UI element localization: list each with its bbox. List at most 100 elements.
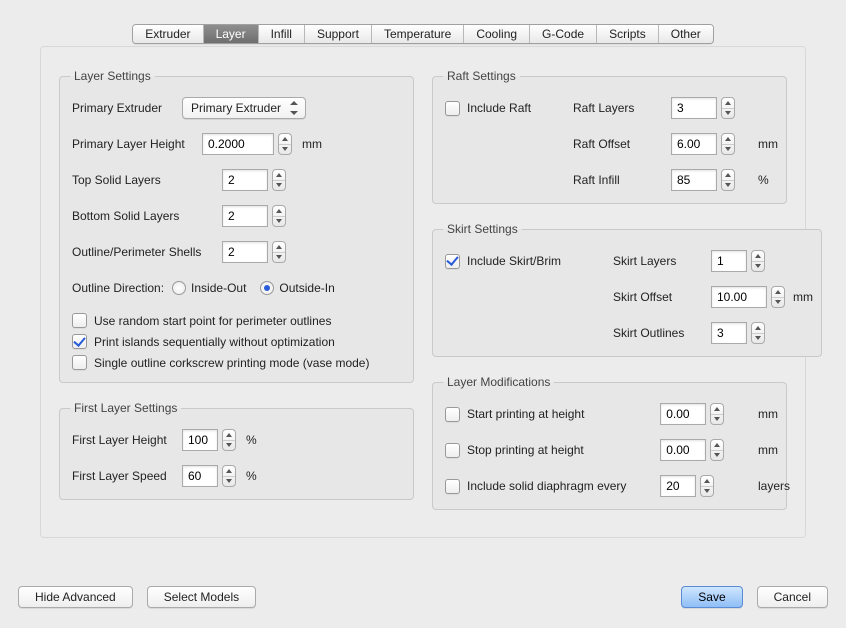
step-up-icon[interactable] xyxy=(711,404,723,414)
diaphragm-label: Include solid diaphragm every xyxy=(467,479,626,493)
cancel-button[interactable]: Cancel xyxy=(757,586,828,608)
first-layer-speed-label: First Layer Speed xyxy=(72,469,182,483)
step-up-icon[interactable] xyxy=(273,170,285,180)
raft-infill-input[interactable] xyxy=(671,169,717,191)
group-title: Layer Settings xyxy=(70,69,155,83)
bottom-solid-stepper[interactable] xyxy=(222,205,286,227)
unit-percent: % xyxy=(246,469,257,483)
step-down-icon[interactable] xyxy=(223,440,235,451)
step-up-icon[interactable] xyxy=(772,287,784,297)
step-down-icon[interactable] xyxy=(711,414,723,425)
top-solid-stepper[interactable] xyxy=(222,169,286,191)
step-up-icon[interactable] xyxy=(752,251,764,261)
stop-height-checkbox[interactable] xyxy=(445,443,460,458)
random-start-label: Use random start point for perimeter out… xyxy=(94,314,331,328)
radio-inside-out[interactable] xyxy=(172,281,186,295)
step-down-icon[interactable] xyxy=(273,216,285,227)
step-down-icon[interactable] xyxy=(711,450,723,461)
tab-cooling[interactable]: Cooling xyxy=(464,25,530,43)
tab-other[interactable]: Other xyxy=(659,25,713,43)
diaphragm-checkbox[interactable] xyxy=(445,479,460,494)
tab-support[interactable]: Support xyxy=(305,25,372,43)
skirt-outlines-input[interactable] xyxy=(711,322,747,344)
raft-layers-stepper[interactable] xyxy=(671,97,750,119)
raft-offset-input[interactable] xyxy=(671,133,717,155)
step-up-icon[interactable] xyxy=(722,170,734,180)
sequential-checkbox[interactable] xyxy=(72,334,87,349)
random-start-checkbox[interactable] xyxy=(72,313,87,328)
diaphragm-stepper[interactable] xyxy=(660,475,750,497)
group-title: First Layer Settings xyxy=(70,401,181,415)
select-models-button[interactable]: Select Models xyxy=(147,586,256,608)
step-down-icon[interactable] xyxy=(722,180,734,191)
tab-extruder[interactable]: Extruder xyxy=(133,25,203,43)
first-layer-speed-stepper[interactable] xyxy=(182,465,236,487)
first-layer-speed-input[interactable] xyxy=(182,465,218,487)
tab-scripts[interactable]: Scripts xyxy=(597,25,659,43)
step-down-icon[interactable] xyxy=(752,333,764,344)
include-skirt-checkbox[interactable] xyxy=(445,254,460,269)
step-up-icon[interactable] xyxy=(701,476,713,486)
step-up-icon[interactable] xyxy=(722,98,734,108)
primary-layer-height-input[interactable] xyxy=(202,133,274,155)
raft-layers-input[interactable] xyxy=(671,97,717,119)
skirt-outlines-stepper[interactable] xyxy=(711,322,785,344)
step-down-icon[interactable] xyxy=(279,144,291,155)
inside-out-label: Inside-Out xyxy=(191,281,246,295)
stop-height-input[interactable] xyxy=(660,439,706,461)
step-up-icon[interactable] xyxy=(273,242,285,252)
start-height-input[interactable] xyxy=(660,403,706,425)
step-down-icon[interactable] xyxy=(273,180,285,191)
raft-offset-label: Raft Offset xyxy=(573,137,663,151)
step-up-icon[interactable] xyxy=(223,430,235,440)
start-height-label: Start printing at height xyxy=(467,407,584,421)
raft-infill-stepper[interactable] xyxy=(671,169,750,191)
tab-gcode[interactable]: G-Code xyxy=(530,25,597,43)
first-layer-height-stepper[interactable] xyxy=(182,429,236,451)
step-down-icon[interactable] xyxy=(752,261,764,272)
perimeter-label: Outline/Perimeter Shells xyxy=(72,245,222,259)
diaphragm-input[interactable] xyxy=(660,475,696,497)
step-down-icon[interactable] xyxy=(772,297,784,308)
vase-label: Single outline corkscrew printing mode (… xyxy=(94,356,369,370)
step-up-icon[interactable] xyxy=(273,206,285,216)
perimeter-input[interactable] xyxy=(222,241,268,263)
step-up-icon[interactable] xyxy=(279,134,291,144)
step-down-icon[interactable] xyxy=(701,486,713,497)
step-down-icon[interactable] xyxy=(273,252,285,263)
perimeter-stepper[interactable] xyxy=(222,241,286,263)
outside-in-label: Outside-In xyxy=(279,281,334,295)
unit-mm: mm xyxy=(758,443,774,457)
step-up-icon[interactable] xyxy=(711,440,723,450)
tab-temperature[interactable]: Temperature xyxy=(372,25,464,43)
skirt-offset-input[interactable] xyxy=(711,286,767,308)
tab-bar: Extruder Layer Infill Support Temperatur… xyxy=(132,24,714,44)
include-raft-checkbox[interactable] xyxy=(445,101,460,116)
skirt-layers-input[interactable] xyxy=(711,250,747,272)
step-up-icon[interactable] xyxy=(223,466,235,476)
group-raft-settings: Raft Settings Include Raft Raft Layers xyxy=(432,69,787,204)
start-height-stepper[interactable] xyxy=(660,403,750,425)
primary-layer-height-stepper[interactable] xyxy=(202,133,292,155)
step-up-icon[interactable] xyxy=(722,134,734,144)
radio-outside-in[interactable] xyxy=(260,281,274,295)
hide-advanced-button[interactable]: Hide Advanced xyxy=(18,586,133,608)
step-down-icon[interactable] xyxy=(722,144,734,155)
first-layer-height-input[interactable] xyxy=(182,429,218,451)
skirt-offset-stepper[interactable] xyxy=(711,286,785,308)
step-down-icon[interactable] xyxy=(223,476,235,487)
start-height-checkbox[interactable] xyxy=(445,407,460,422)
tab-layer[interactable]: Layer xyxy=(204,25,259,43)
stop-height-stepper[interactable] xyxy=(660,439,750,461)
step-up-icon[interactable] xyxy=(752,323,764,333)
bottom-solid-input[interactable] xyxy=(222,205,268,227)
primary-extruder-select[interactable]: Primary Extruder xyxy=(182,97,306,119)
raft-offset-stepper[interactable] xyxy=(671,133,750,155)
vase-checkbox[interactable] xyxy=(72,355,87,370)
top-solid-input[interactable] xyxy=(222,169,268,191)
step-down-icon[interactable] xyxy=(722,108,734,119)
skirt-outlines-label: Skirt Outlines xyxy=(613,326,703,340)
tab-infill[interactable]: Infill xyxy=(259,25,305,43)
skirt-layers-stepper[interactable] xyxy=(711,250,785,272)
save-button[interactable]: Save xyxy=(681,586,742,608)
